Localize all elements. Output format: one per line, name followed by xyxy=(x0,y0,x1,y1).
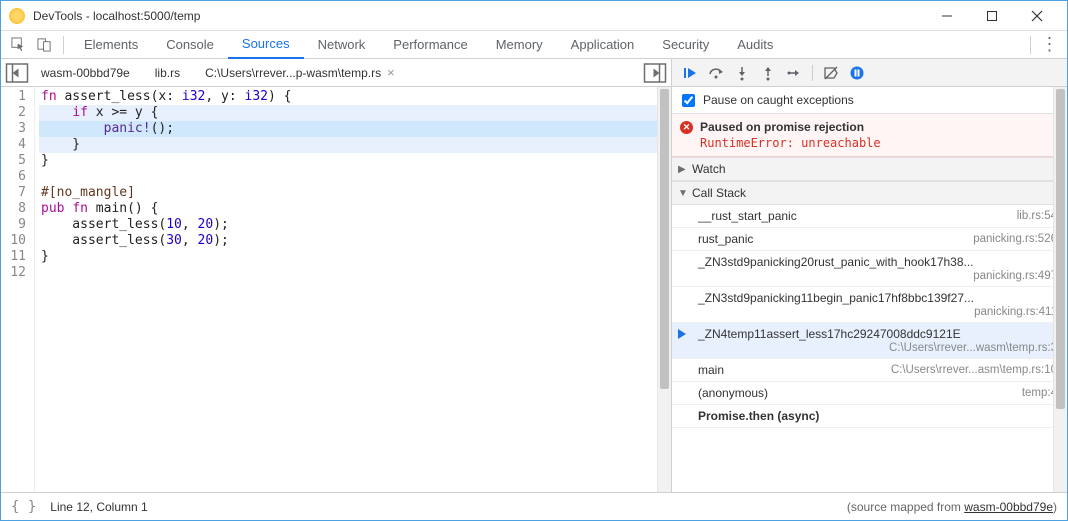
tab-audits[interactable]: Audits xyxy=(723,31,787,59)
frame-function: _ZN3std9panicking20rust_panic_with_hook1… xyxy=(698,255,974,269)
line-gutter: 123456789101112 xyxy=(1,87,35,492)
tab-security[interactable]: Security xyxy=(648,31,723,59)
code-line[interactable]: pub fn main() { xyxy=(39,201,671,217)
code-line[interactable]: } xyxy=(39,249,671,265)
paused-title: Paused on promise rejection xyxy=(700,120,1057,134)
pause-caught-row: Pause on caught exceptions xyxy=(672,87,1067,114)
tab-console[interactable]: Console xyxy=(152,31,228,59)
deactivate-breakpoints-button[interactable] xyxy=(819,61,843,85)
frame-function: rust_panic xyxy=(698,232,965,246)
code-line[interactable]: fn assert_less(x: i32, y: i32) { xyxy=(39,89,671,105)
tab-application[interactable]: Application xyxy=(557,31,649,59)
step-over-button[interactable] xyxy=(704,61,728,85)
watch-label: Watch xyxy=(692,162,726,176)
file-tab-wasm[interactable]: wasm-00bbd79e xyxy=(29,59,143,87)
callstack-frame[interactable]: _ZN3std9panicking20rust_panic_with_hook1… xyxy=(672,251,1067,287)
callstack-frame[interactable]: (anonymous) temp:4 xyxy=(672,382,1067,405)
app-icon xyxy=(9,8,25,24)
pretty-print-icon[interactable]: { } xyxy=(11,499,36,515)
status-bar: { } Line 12, Column 1 (source mapped fro… xyxy=(1,492,1067,520)
editor-scrollbar[interactable] xyxy=(657,87,671,492)
callstack-frame[interactable]: _ZN3std9panicking11begin_panic17hf8bbc13… xyxy=(672,287,1067,323)
tab-network[interactable]: Network xyxy=(304,31,380,59)
paused-detail: RuntimeError: unreachable xyxy=(700,136,1057,150)
frame-location: panicking.rs:526 xyxy=(973,233,1057,245)
window-title: DevTools - localhost:5000/temp xyxy=(33,9,924,23)
source-map-link[interactable]: wasm-00bbd79e xyxy=(964,500,1053,514)
file-tab-label: C:\Users\rrever...p-wasm\temp.rs xyxy=(205,66,381,80)
callstack-frame[interactable]: _ZN4temp11assert_less17hc29247008ddc9121… xyxy=(672,323,1067,359)
frame-location: panicking.rs:497 xyxy=(698,270,1057,282)
callstack-frame[interactable]: rust_panic panicking.rs:526 xyxy=(672,228,1067,251)
frame-function: _ZN4temp11assert_less17hc29247008ddc9121… xyxy=(698,327,961,341)
chevron-down-icon: ▼ xyxy=(678,188,688,199)
frame-function: Promise.then (async) xyxy=(698,409,1057,423)
code-editor[interactable]: 123456789101112 fn assert_less(x: i32, y… xyxy=(1,87,671,492)
frame-function: (anonymous) xyxy=(698,386,1014,400)
frame-location: panicking.rs:411 xyxy=(698,306,1057,318)
inspect-icon[interactable] xyxy=(5,32,31,58)
editor-pane: wasm-00bbd79e lib.rs C:\Users\rrever...p… xyxy=(1,59,672,492)
tab-sources[interactable]: Sources xyxy=(228,31,304,59)
source-map-info: (source mapped from wasm-00bbd79e) xyxy=(847,500,1057,514)
pause-caught-label: Pause on caught exceptions xyxy=(703,93,854,107)
frame-location: C:\Users\rrever...wasm\temp.rs:3 xyxy=(698,342,1057,354)
close-button[interactable] xyxy=(1014,2,1059,30)
code-line[interactable]: assert_less(30, 20); xyxy=(39,233,671,249)
file-tab-librs[interactable]: lib.rs xyxy=(143,59,193,87)
step-out-button[interactable] xyxy=(756,61,780,85)
tab-performance[interactable]: Performance xyxy=(379,31,481,59)
step-into-button[interactable] xyxy=(730,61,754,85)
frame-location: C:\Users\rrever...asm\temp.rs:10 xyxy=(891,364,1057,376)
callstack-list: __rust_start_paniclib.rs:54rust_panicpan… xyxy=(672,205,1067,428)
device-toolbar-icon[interactable] xyxy=(31,32,57,58)
file-tab-temprs[interactable]: C:\Users\rrever...p-wasm\temp.rs × xyxy=(193,59,408,87)
frame-function: __rust_start_panic xyxy=(698,209,1009,223)
code-line[interactable]: panic!(); xyxy=(39,121,671,137)
maximize-button[interactable] xyxy=(969,2,1014,30)
frame-location: lib.rs:54 xyxy=(1017,210,1057,222)
frame-function: _ZN3std9panicking11begin_panic17hf8bbc13… xyxy=(698,291,974,305)
paused-banner: ✕ Paused on promise rejection RuntimeErr… xyxy=(672,114,1067,157)
error-icon: ✕ xyxy=(680,121,693,134)
frame-location: temp:4 xyxy=(1022,387,1057,399)
callstack-label: Call Stack xyxy=(692,186,746,200)
frame-function: main xyxy=(698,363,883,377)
close-icon[interactable]: × xyxy=(387,65,395,80)
separator xyxy=(63,36,64,54)
debugger-toggle-icon[interactable] xyxy=(643,61,667,85)
resume-button[interactable] xyxy=(678,61,702,85)
code-line[interactable]: #[no_mangle] xyxy=(39,185,671,201)
navigator-toggle-icon[interactable] xyxy=(5,61,29,85)
code-line[interactable]: assert_less(10, 20); xyxy=(39,217,671,233)
step-button[interactable] xyxy=(782,61,806,85)
debugger-pane: Pause on caught exceptions ✕ Paused on p… xyxy=(672,59,1067,492)
separator xyxy=(1030,36,1031,54)
callstack-section-header[interactable]: ▼ Call Stack xyxy=(672,181,1067,205)
tab-elements[interactable]: Elements xyxy=(70,31,152,59)
window-titlebar: DevTools - localhost:5000/temp xyxy=(1,1,1067,31)
pause-caught-checkbox[interactable] xyxy=(682,94,695,107)
cursor-position: Line 12, Column 1 xyxy=(50,500,147,514)
more-menu-icon[interactable]: ⋮ xyxy=(1037,34,1063,55)
pause-on-exceptions-button[interactable] xyxy=(845,61,869,85)
debugger-toolbar xyxy=(672,59,1067,87)
panel-toolbar: Elements Console Sources Network Perform… xyxy=(1,31,1067,59)
callstack-frame[interactable]: __rust_start_panic lib.rs:54 xyxy=(672,205,1067,228)
code-line[interactable]: } xyxy=(39,153,671,169)
code-line[interactable] xyxy=(39,169,671,185)
code-line[interactable]: } xyxy=(39,137,671,153)
callstack-frame[interactable]: main C:\Users\rrever...asm\temp.rs:10 xyxy=(672,359,1067,382)
callstack-frame[interactable]: Promise.then (async) xyxy=(672,405,1067,428)
chevron-right-icon: ▶ xyxy=(678,164,688,175)
watch-section-header[interactable]: ▶ Watch xyxy=(672,157,1067,181)
code-line[interactable]: if x >= y { xyxy=(39,105,671,121)
file-tab-strip: wasm-00bbd79e lib.rs C:\Users\rrever...p… xyxy=(1,59,671,87)
code-line[interactable] xyxy=(39,265,671,281)
minimize-button[interactable] xyxy=(924,2,969,30)
debugger-scrollbar[interactable] xyxy=(1053,87,1067,492)
tab-memory[interactable]: Memory xyxy=(482,31,557,59)
